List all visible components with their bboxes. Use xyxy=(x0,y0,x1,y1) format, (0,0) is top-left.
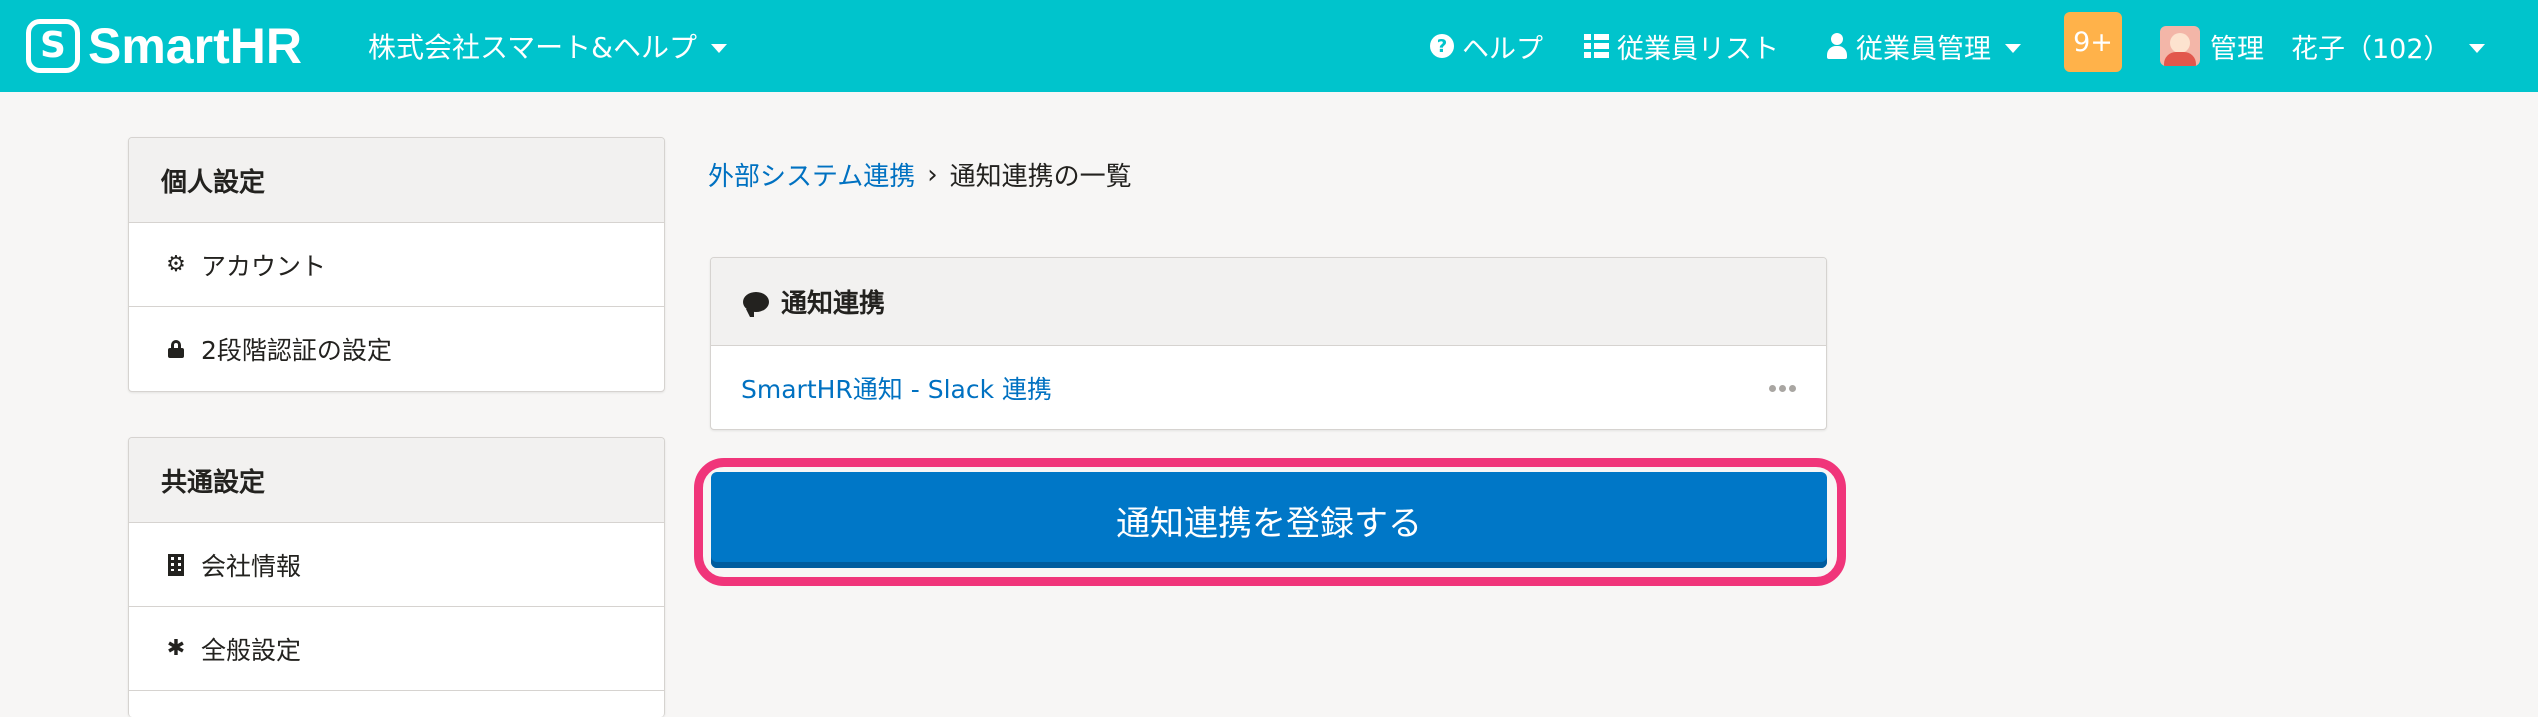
notification-integration-card: 通知連携 SmartHR通知 - Slack 連携 xyxy=(710,257,1827,430)
asterisk-icon: ✱ xyxy=(166,636,186,661)
employee-management-label: 従業員管理 xyxy=(1856,33,1991,65)
slack-integration-link[interactable]: SmartHR通知 - Slack 連携 xyxy=(741,370,1052,406)
sidebar-item-general-settings[interactable]: ✱ 全般設定 xyxy=(129,607,664,691)
more-icon[interactable] xyxy=(1769,384,1796,392)
sidebar-item-two-factor[interactable]: 2段階認証の設定 xyxy=(129,307,664,391)
chevron-down-icon xyxy=(711,43,727,53)
notification-badge[interactable]: 9+ xyxy=(2064,12,2122,72)
comment-icon xyxy=(743,291,769,317)
breadcrumb-current: 通知連携の一覧 xyxy=(949,162,1132,192)
company-selector[interactable]: 株式会社スマート&ヘルプ xyxy=(368,26,727,66)
building-icon xyxy=(165,553,187,576)
question-circle-icon: ? xyxy=(1430,34,1454,58)
employee-list-link[interactable]: 従業員リスト xyxy=(1584,0,1779,92)
personal-settings-panel: 個人設定 ⚙ アカウント 2段階認証の設定 xyxy=(128,137,665,392)
sidebar-item-company-info[interactable]: 会社情報 xyxy=(129,523,664,607)
help-label: ヘルプ xyxy=(1462,33,1543,65)
user-icon xyxy=(1826,33,1848,59)
sidebar-item-account[interactable]: ⚙ アカウント xyxy=(129,223,664,307)
smarthr-logo[interactable]: S SmartHR xyxy=(26,16,302,76)
user-menu[interactable]: 管理 花子（102） xyxy=(2160,0,2485,92)
card-header: 通知連携 xyxy=(711,258,1826,346)
breadcrumb-link-external-system[interactable]: 外部システム連携 xyxy=(708,156,915,193)
user-name: 管理 花子（102） xyxy=(2210,33,2451,65)
gear-icon: ⚙ xyxy=(166,252,186,277)
employee-management-menu[interactable]: 従業員管理 xyxy=(1826,0,2021,92)
chevron-right-icon: › xyxy=(927,159,938,190)
company-name: 株式会社スマート&ヘルプ xyxy=(368,31,697,64)
sidebar-item-label: 全般設定 xyxy=(201,635,302,665)
help-link[interactable]: ? ヘルプ xyxy=(1430,0,1543,92)
card-title: 通知連携 xyxy=(781,289,886,319)
top-header: S SmartHR 株式会社スマート&ヘルプ ? ヘルプ 従業員リスト 従業員管… xyxy=(0,0,2538,92)
logo-mark-icon: S xyxy=(26,19,80,73)
list-icon xyxy=(1584,34,1609,58)
breadcrumb: 外部システム連携 › 通知連携の一覧 xyxy=(708,156,1132,193)
sidebar-item-label: 2段階認証の設定 xyxy=(201,336,392,365)
common-settings-title: 共通設定 xyxy=(129,438,664,523)
list-item: SmartHR通知 - Slack 連携 xyxy=(711,346,1826,429)
sidebar-item-label: 会社情報 xyxy=(201,551,302,581)
avatar xyxy=(2160,26,2200,66)
register-notification-button[interactable]: 通知連携を登録する xyxy=(711,472,1827,568)
common-settings-panel: 共通設定 会社情報 ✱ 全般設定 xyxy=(128,437,665,717)
sidebar-item-label: アカウント xyxy=(201,251,327,281)
chevron-down-icon xyxy=(2468,43,2485,53)
logo-text: SmartHR xyxy=(88,18,302,74)
lock-icon xyxy=(165,340,187,358)
personal-settings-title: 個人設定 xyxy=(129,138,664,223)
employee-list-label: 従業員リスト xyxy=(1617,33,1779,65)
chevron-down-icon xyxy=(2005,43,2021,53)
